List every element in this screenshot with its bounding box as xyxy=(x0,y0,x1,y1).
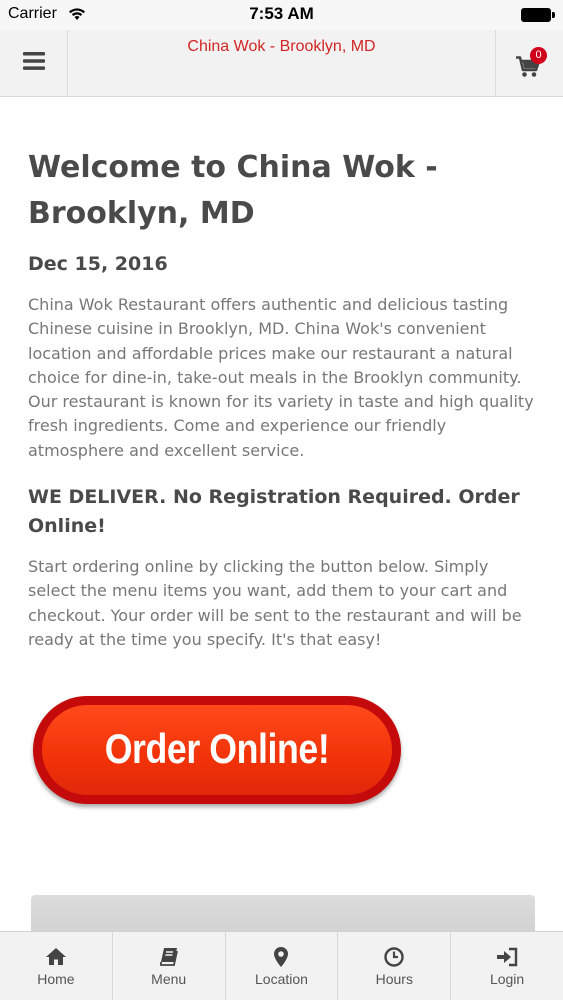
tab-location[interactable]: Location xyxy=(226,932,339,1000)
status-bar: Carrier 7:53 AM xyxy=(0,0,563,30)
order-online-button[interactable]: Order Online! xyxy=(33,696,401,806)
tab-hours[interactable]: Hours xyxy=(338,932,452,1000)
tab-login-label: Login xyxy=(489,971,525,987)
book-icon xyxy=(113,947,225,967)
order-online-label: Order Online! xyxy=(104,725,330,772)
ordering-instructions: Start ordering online by clicking the bu… xyxy=(28,557,522,649)
page-title: Welcome to China Wok - Brooklyn, MD xyxy=(28,150,438,231)
page-header-title: China Wok - Brooklyn, MD xyxy=(187,38,376,55)
tab-hours-label: Hours xyxy=(375,971,413,987)
navigation-bar: China Wok - Brooklyn, MD 0 xyxy=(0,30,563,97)
bottom-tab-bar: Home Menu Location Hours Login xyxy=(0,931,563,1000)
delivery-heading: WE DELIVER. No Registration Required. Or… xyxy=(28,486,520,538)
status-time: 7:53 AM xyxy=(249,4,314,23)
banner-image-placeholder xyxy=(31,895,535,935)
tab-menu-label: Menu xyxy=(151,971,187,987)
tab-location-label: Location xyxy=(255,971,308,987)
clock-icon xyxy=(338,947,450,967)
main-content: Welcome to China Wok - Brooklyn, MD Dec … xyxy=(28,145,538,652)
tab-login[interactable]: Login xyxy=(451,932,563,1000)
sign-in-icon xyxy=(451,947,563,967)
cart-count-badge: 0 xyxy=(530,47,547,64)
cart-button[interactable]: 0 xyxy=(495,30,563,96)
post-date: Dec 15, 2016 xyxy=(28,253,168,275)
home-icon xyxy=(0,947,112,967)
tab-home[interactable]: Home xyxy=(0,932,113,1000)
tab-home-label: Home xyxy=(37,971,75,987)
tab-menu[interactable]: Menu xyxy=(113,932,226,1000)
map-marker-icon xyxy=(226,947,338,967)
battery-icon xyxy=(521,8,555,22)
hamburger-menu-button[interactable] xyxy=(0,30,68,96)
hamburger-icon xyxy=(22,52,45,74)
intro-paragraph: China Wok Restaurant offers authentic an… xyxy=(28,295,534,460)
